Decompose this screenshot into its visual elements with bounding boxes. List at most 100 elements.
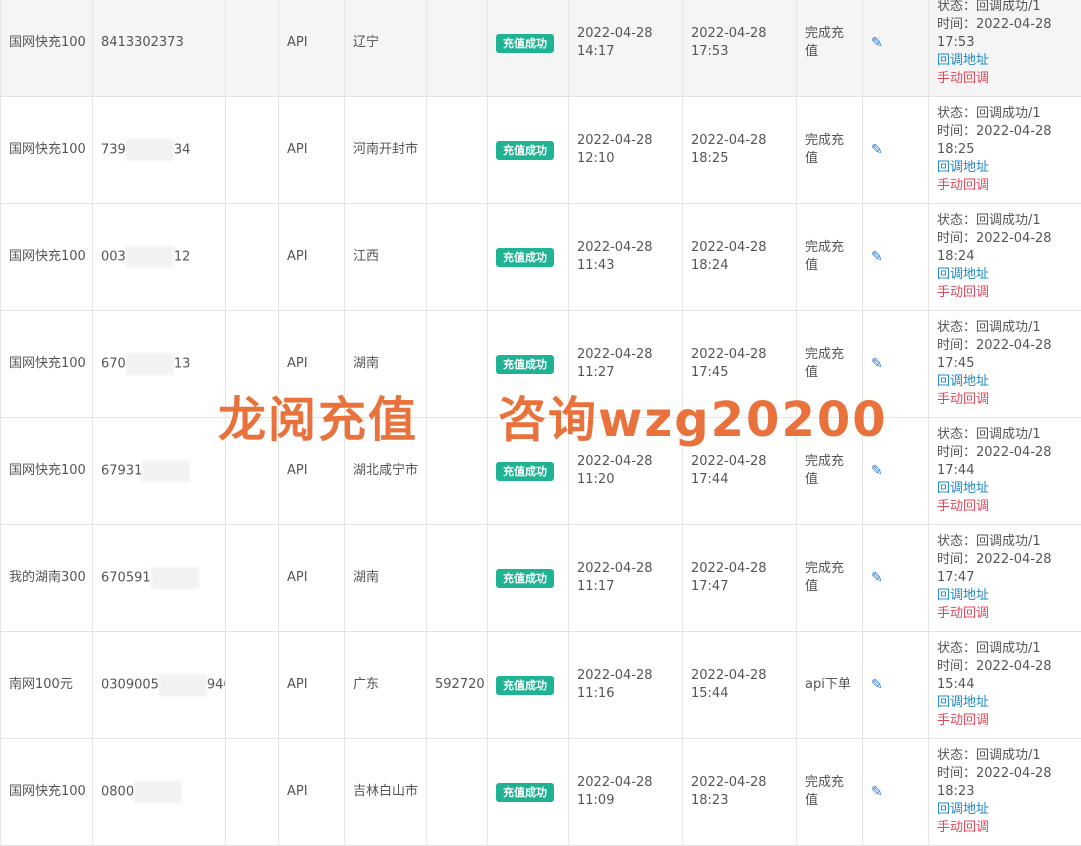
account-cell: 67931 <box>93 418 226 525</box>
status-badge: 充值成功 <box>496 248 554 267</box>
result-cell: 完成充值 <box>797 525 863 632</box>
callback-time-value: 18:25 <box>937 141 1073 159</box>
callback-url-link[interactable]: 回调地址 <box>937 801 1073 819</box>
callback-cell: 状态：回调成功/1时间：2022-04-2817:45回调地址手动回调 <box>929 311 1081 418</box>
callback-url-link[interactable]: 回调地址 <box>937 52 1073 70</box>
account-cell: 8413302373 <box>93 0 226 97</box>
callback-url-link[interactable]: 回调地址 <box>937 266 1073 284</box>
table-row: 我的湖南300670591API湖南充值成功2022-04-2811:17202… <box>1 525 1081 632</box>
callback-cell: 状态：回调成功/1时间：2022-04-2817:47回调地址手动回调 <box>929 525 1081 632</box>
product-cell: 国网快充100 <box>1 418 93 525</box>
code-cell <box>427 0 488 97</box>
created-time-cell: 2022-04-2811:16 <box>569 632 683 739</box>
edit-cell: ✎ <box>863 0 929 97</box>
channel-cell: API <box>279 632 345 739</box>
callback-time: 时间：2022-04-28 <box>937 444 1073 462</box>
blank-cell <box>226 0 279 97</box>
account-cell: 670591 <box>93 525 226 632</box>
region-cell: 湖南 <box>345 525 427 632</box>
callback-cell: 状态：回调成功/1时间：2022-04-2815:44回调地址手动回调 <box>929 632 1081 739</box>
manual-callback-link[interactable]: 手动回调 <box>937 284 1073 302</box>
result-cell: 完成充值 <box>797 97 863 204</box>
manual-callback-link[interactable]: 手动回调 <box>937 177 1073 195</box>
status-cell: 充值成功 <box>488 739 569 846</box>
status-badge: 充值成功 <box>496 569 554 588</box>
edit-cell: ✎ <box>863 739 929 846</box>
status-badge: 充值成功 <box>496 34 554 53</box>
edit-icon[interactable]: ✎ <box>871 249 883 265</box>
callback-time: 时间：2022-04-28 <box>937 123 1073 141</box>
edit-icon[interactable]: ✎ <box>871 356 883 372</box>
edit-icon[interactable]: ✎ <box>871 677 883 693</box>
edit-icon[interactable]: ✎ <box>871 463 883 479</box>
callback-cell: 状态：回调成功/1时间：2022-04-2818:23回调地址手动回调 <box>929 739 1081 846</box>
result-cell: 完成充值 <box>797 739 863 846</box>
callback-url-link[interactable]: 回调地址 <box>937 694 1073 712</box>
status-cell: 充值成功 <box>488 525 569 632</box>
edit-cell: ✎ <box>863 97 929 204</box>
result-cell: 完成充值 <box>797 0 863 97</box>
product-cell: 南网100元 <box>1 632 93 739</box>
callback-time-value: 17:45 <box>937 355 1073 373</box>
redaction-mask <box>126 353 174 375</box>
callback-status: 状态：回调成功/1 <box>937 426 1073 444</box>
callback-cell: 状态：回调成功/1时间：2022-04-2818:25回调地址手动回调 <box>929 97 1081 204</box>
created-time-cell: 2022-04-2811:09 <box>569 739 683 846</box>
manual-callback-link[interactable]: 手动回调 <box>937 70 1073 88</box>
status-cell: 充值成功 <box>488 204 569 311</box>
redaction-mask <box>142 460 190 482</box>
status-cell: 充值成功 <box>488 632 569 739</box>
manual-callback-link[interactable]: 手动回调 <box>937 498 1073 516</box>
table-row: 南网100元0309005940API广东592720充值成功2022-04-2… <box>1 632 1081 739</box>
status-badge: 充值成功 <box>496 141 554 160</box>
callback-time-value: 17:47 <box>937 569 1073 587</box>
table-row: 国网快充1008413302373 API辽宁 充值成功 2022-04-2814:1… <box>1 0 1081 97</box>
status-badge: 充值成功 <box>496 783 554 802</box>
redaction-mask <box>126 246 174 268</box>
callback-time: 时间：2022-04-28 <box>937 16 1073 34</box>
edit-icon[interactable]: ✎ <box>871 142 883 158</box>
blank-cell <box>226 204 279 311</box>
callback-status: 状态：回调成功/1 <box>937 105 1073 123</box>
callback-cell: 状态：回调成功/1时间：2022-04-2817:44回调地址手动回调 <box>929 418 1081 525</box>
result-cell: api下单 <box>797 632 863 739</box>
callback-status: 状态：回调成功/1 <box>937 0 1073 16</box>
table-row: 国网快充10073934API河南开封市充值成功2022-04-2812:102… <box>1 97 1081 204</box>
callback-url-link[interactable]: 回调地址 <box>937 373 1073 391</box>
region-cell: 辽宁 <box>345 0 427 97</box>
account-cell: 73934 <box>93 97 226 204</box>
account-cell: 67013 <box>93 311 226 418</box>
account-cell: 0800 <box>93 739 226 846</box>
callback-time: 时间：2022-04-28 <box>937 337 1073 355</box>
channel-cell: API <box>279 97 345 204</box>
product-cell: 国网快充100 <box>1 311 93 418</box>
edit-icon[interactable]: ✎ <box>871 784 883 800</box>
edit-cell: ✎ <box>863 632 929 739</box>
callback-time: 时间：2022-04-28 <box>937 658 1073 676</box>
manual-callback-link[interactable]: 手动回调 <box>937 712 1073 730</box>
callback-url-link[interactable]: 回调地址 <box>937 480 1073 498</box>
callback-url-link[interactable]: 回调地址 <box>937 587 1073 605</box>
blank-cell <box>226 632 279 739</box>
channel-cell: API <box>279 204 345 311</box>
account-cell: 0309005940 <box>93 632 226 739</box>
created-time-cell: 2022-04-2812:10 <box>569 97 683 204</box>
created-time-cell: 2022-04-2814:17 <box>569 0 683 97</box>
edit-icon[interactable]: ✎ <box>871 570 883 586</box>
manual-callback-link[interactable]: 手动回调 <box>937 819 1073 837</box>
callback-url-link[interactable]: 回调地址 <box>937 159 1073 177</box>
callback-status: 状态：回调成功/1 <box>937 747 1073 765</box>
region-cell: 吉林白山市 <box>345 739 427 846</box>
edit-icon[interactable]: ✎ <box>871 35 883 51</box>
blank-cell <box>226 739 279 846</box>
channel-cell: API <box>279 0 345 97</box>
product-cell: 国网快充100 <box>1 0 93 97</box>
region-cell: 广东 <box>345 632 427 739</box>
finished-time-cell: 2022-04-2818:23 <box>683 739 797 846</box>
callback-time: 时间：2022-04-28 <box>937 230 1073 248</box>
manual-callback-link[interactable]: 手动回调 <box>937 391 1073 409</box>
manual-callback-link[interactable]: 手动回调 <box>937 605 1073 623</box>
code-cell <box>427 97 488 204</box>
code-cell <box>427 204 488 311</box>
callback-time-value: 18:23 <box>937 783 1073 801</box>
